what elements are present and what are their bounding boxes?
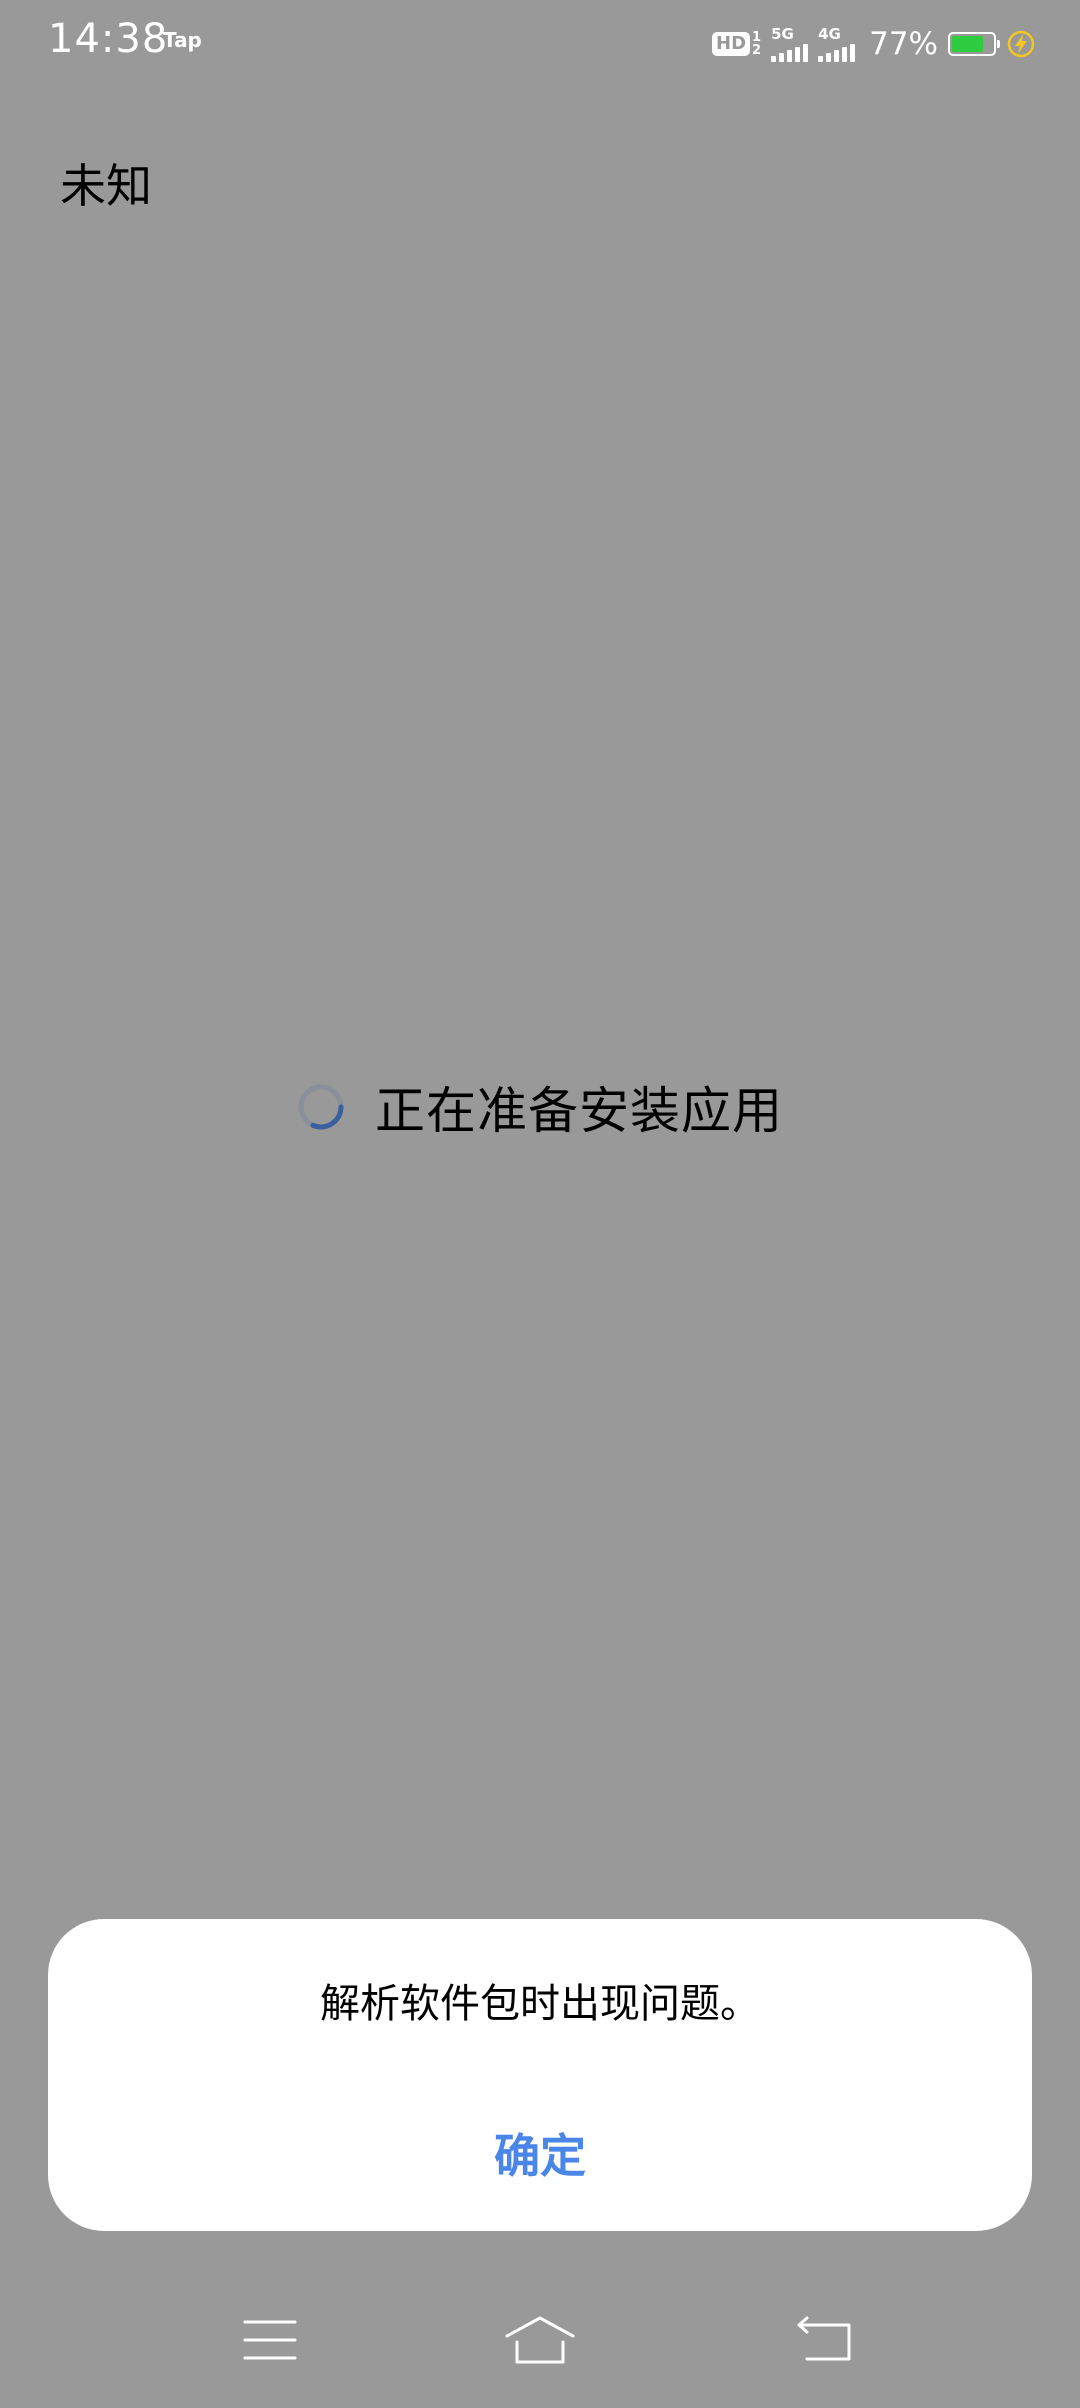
home-icon xyxy=(505,2316,575,2364)
battery-percent: 77% xyxy=(869,26,938,62)
dialog-message: 解析软件包时出现问题。 xyxy=(320,1981,760,2027)
battery-icon xyxy=(948,32,1000,56)
signal-4g-icon: 4G xyxy=(818,24,856,62)
hd-voice-icon: HD 1 2 xyxy=(712,31,761,57)
hd-sim-slots: 1 2 xyxy=(752,31,761,57)
navigation-bar xyxy=(0,2300,1080,2380)
signal-5g-icon: 5G xyxy=(771,24,809,62)
back-icon xyxy=(797,2316,851,2361)
confirm-button[interactable]: 确定 xyxy=(440,2117,640,2189)
install-progress: 正在准备安装应用 xyxy=(0,1072,1080,1142)
menu-icon xyxy=(243,2320,297,2360)
status-icons: HD 1 2 5G 4G 77% xyxy=(712,22,1036,66)
battery-fill xyxy=(952,36,983,52)
loading-spinner-icon xyxy=(298,1084,344,1130)
status-bar: 14:38 Tap HD 1 2 5G 4G 77% xyxy=(0,0,1080,84)
signal-bars-1 xyxy=(771,43,809,62)
hd-label: HD xyxy=(712,32,751,56)
progress-text: 正在准备安装应用 xyxy=(375,1082,783,1140)
page-title: 未知 xyxy=(60,159,152,213)
status-time: 14:38 xyxy=(48,16,169,62)
status-app-indicator: Tap xyxy=(163,28,202,52)
home-button[interactable] xyxy=(495,2300,585,2380)
network-type-5g: 5G xyxy=(771,24,794,43)
menu-button[interactable] xyxy=(225,2300,315,2380)
error-dialog: 解析软件包时出现问题。 确定 xyxy=(48,1919,1032,2231)
sim-slot-2: 2 xyxy=(752,43,762,58)
network-type-4g: 4G xyxy=(818,24,841,43)
signal-bars-2 xyxy=(818,43,856,62)
charging-bolt-icon xyxy=(1007,30,1035,58)
back-button[interactable] xyxy=(780,2300,870,2380)
